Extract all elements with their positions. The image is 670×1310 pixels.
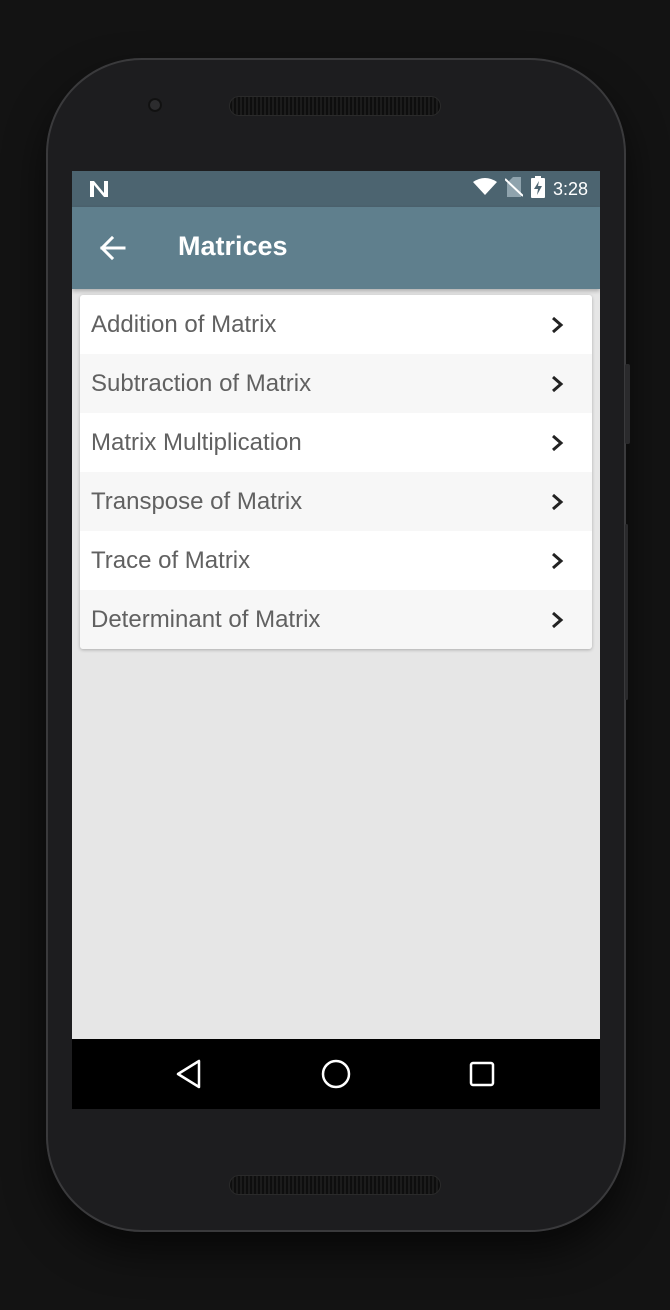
circle-home-icon[interactable] — [319, 1057, 353, 1091]
list-item-label: Trace of Matrix — [91, 546, 251, 574]
n-icon — [88, 179, 110, 205]
status-time: 3:28 — [552, 178, 588, 199]
page-title: Matrices — [178, 231, 288, 261]
screen: 3:28 Matrices Addition of Matrix Subtrac… — [72, 171, 600, 1109]
triangle-back-icon[interactable] — [173, 1057, 207, 1091]
list-item-determinant[interactable]: Determinant of Matrix — [80, 590, 592, 649]
list-item-transpose[interactable]: Transpose of Matrix — [80, 472, 592, 531]
front-camera — [148, 98, 162, 112]
list-item-label: Transpose of Matrix — [91, 487, 303, 515]
chevron-right-icon — [550, 552, 564, 570]
list-item-addition[interactable]: Addition of Matrix — [80, 295, 592, 354]
arrow-left-icon[interactable] — [96, 231, 130, 265]
app-bar: Matrices — [72, 207, 600, 289]
chevron-right-icon — [550, 316, 564, 334]
top-speaker-grille — [230, 97, 440, 115]
list-item-subtraction[interactable]: Subtraction of Matrix — [80, 354, 592, 413]
chevron-right-icon — [550, 434, 564, 452]
chevron-right-icon — [550, 611, 564, 629]
list-item-label: Subtraction of Matrix — [91, 369, 312, 397]
list-item-label: Addition of Matrix — [91, 310, 277, 338]
volume-rocker — [625, 524, 628, 700]
square-recents-icon[interactable] — [465, 1057, 499, 1091]
list-item-label: Matrix Multiplication — [91, 428, 302, 456]
navigation-bar — [72, 1039, 600, 1109]
chevron-right-icon — [550, 375, 564, 393]
list-item-trace[interactable]: Trace of Matrix — [80, 531, 592, 590]
list-item-multiplication[interactable]: Matrix Multiplication — [80, 413, 592, 472]
wifi-icon — [472, 177, 497, 201]
status-bar: 3:28 — [72, 171, 600, 207]
chevron-right-icon — [550, 493, 564, 511]
bottom-speaker-grille — [230, 1176, 440, 1194]
list-item-label: Determinant of Matrix — [91, 605, 321, 633]
no-sim-icon — [504, 176, 524, 202]
power-button — [625, 364, 630, 444]
matrix-operations-list: Addition of Matrix Subtraction of Matrix… — [80, 295, 592, 649]
battery-charging-icon — [530, 175, 545, 203]
